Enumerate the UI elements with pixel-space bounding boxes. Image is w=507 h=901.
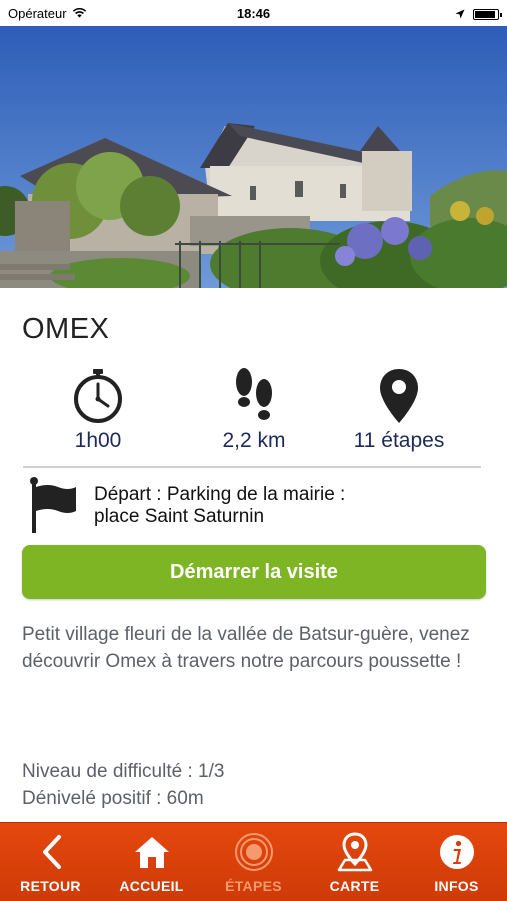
- flag-icon: [26, 477, 80, 540]
- tab-back[interactable]: RETOUR: [0, 823, 101, 901]
- stat-distance: 2,2 km: [179, 365, 329, 453]
- status-right: [455, 7, 502, 22]
- departure-line-2: place Saint Saturnin: [94, 506, 265, 527]
- info-icon: [406, 833, 507, 871]
- map-pin-icon: [324, 365, 474, 427]
- stages-value: 11 étapes: [353, 429, 445, 452]
- tab-home-label: ACCUEIL: [119, 878, 184, 894]
- description: Petit village fleuri de la vallée de Bat…: [22, 624, 470, 672]
- divider: [23, 466, 481, 468]
- tab-bar: RETOUR ACCUEIL ÉTAPES CARTE INFOS: [0, 822, 507, 901]
- home-icon: [101, 833, 202, 871]
- location-arrow-icon: [455, 7, 465, 22]
- tab-stages-label: ÉTAPES: [225, 878, 282, 894]
- elevation-gain: Dénivelé positif : 60m: [22, 788, 204, 809]
- tab-stages[interactable]: ÉTAPES: [203, 823, 304, 901]
- start-visit-button[interactable]: Démarrer la visite: [22, 545, 486, 599]
- tab-info-label: INFOS: [434, 878, 479, 894]
- difficulty-level: Niveau de difficulté : 1/3: [22, 761, 225, 782]
- status-bar: Opérateur 18:46: [0, 0, 507, 26]
- tab-home[interactable]: ACCUEIL: [101, 823, 202, 901]
- stopwatch-icon: [23, 365, 173, 427]
- tab-map[interactable]: CARTE: [304, 823, 405, 901]
- duration-value: 1h00: [74, 429, 122, 452]
- departure-line-1: Départ : Parking de la mairie :: [94, 484, 346, 505]
- departure-text: Départ : Parking de la mairie : place Sa…: [94, 484, 484, 528]
- chevron-left-icon: [0, 833, 101, 871]
- stat-stages: 11 étapes: [324, 365, 474, 453]
- distance-value: 2,2 km: [222, 429, 286, 452]
- page-title: OMEX: [22, 313, 110, 345]
- footprints-icon: [179, 365, 329, 427]
- map-marker-icon: [304, 832, 405, 872]
- trail-details: Niveau de difficulté : 1/3 Dénivelé posi…: [22, 758, 487, 812]
- tab-back-label: RETOUR: [20, 878, 81, 894]
- departure-info: Départ : Parking de la mairie : place Sa…: [26, 477, 486, 533]
- status-time: 18:46: [236, 6, 271, 21]
- tab-map-label: CARTE: [329, 878, 380, 894]
- tab-info[interactable]: INFOS: [406, 823, 507, 901]
- hero-photo: [0, 26, 507, 288]
- battery-icon: [473, 9, 502, 20]
- stat-duration: 1h00: [23, 365, 173, 453]
- target-icon: [203, 833, 304, 871]
